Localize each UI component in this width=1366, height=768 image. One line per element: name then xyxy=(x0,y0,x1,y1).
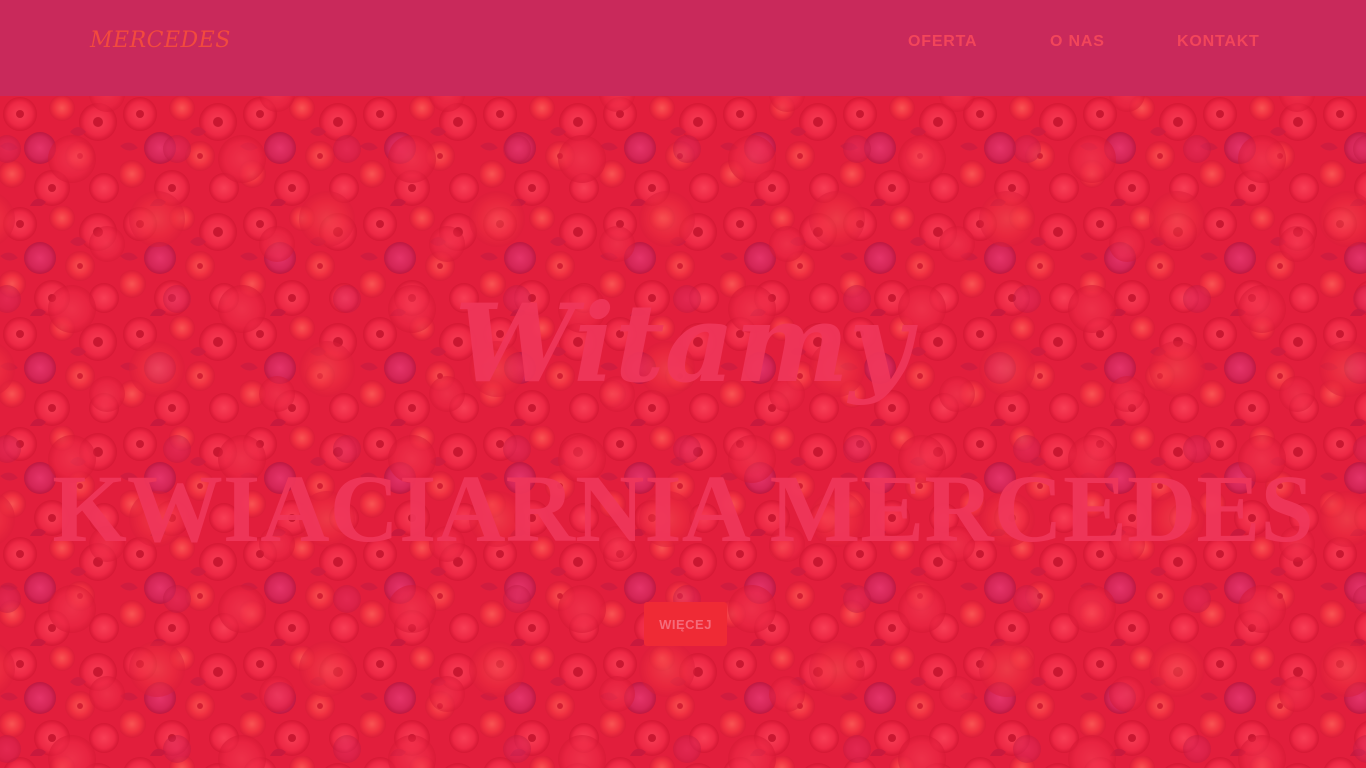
nav-link-kontakt[interactable]: KONTAKT xyxy=(1177,33,1260,51)
page: MERCEDES OFERTA O NAS KONTAKT Witamy KWI… xyxy=(0,0,1366,768)
hero-color-overlay xyxy=(0,96,1366,768)
nav-link-o-nas[interactable]: O NAS xyxy=(1050,33,1105,51)
nav-link-oferta[interactable]: OFERTA xyxy=(908,33,977,51)
hero-headline: Witamy xyxy=(454,281,912,407)
hero-subheadline: KWIACIARNIA MERCEDES xyxy=(52,455,1314,562)
hero-section: Witamy KWIACIARNIA MERCEDES WIĘCEJ xyxy=(0,96,1366,768)
site-logo[interactable]: MERCEDES xyxy=(90,28,231,53)
more-button[interactable]: WIĘCEJ xyxy=(644,602,727,646)
top-navigation-bar: MERCEDES OFERTA O NAS KONTAKT xyxy=(0,0,1366,96)
